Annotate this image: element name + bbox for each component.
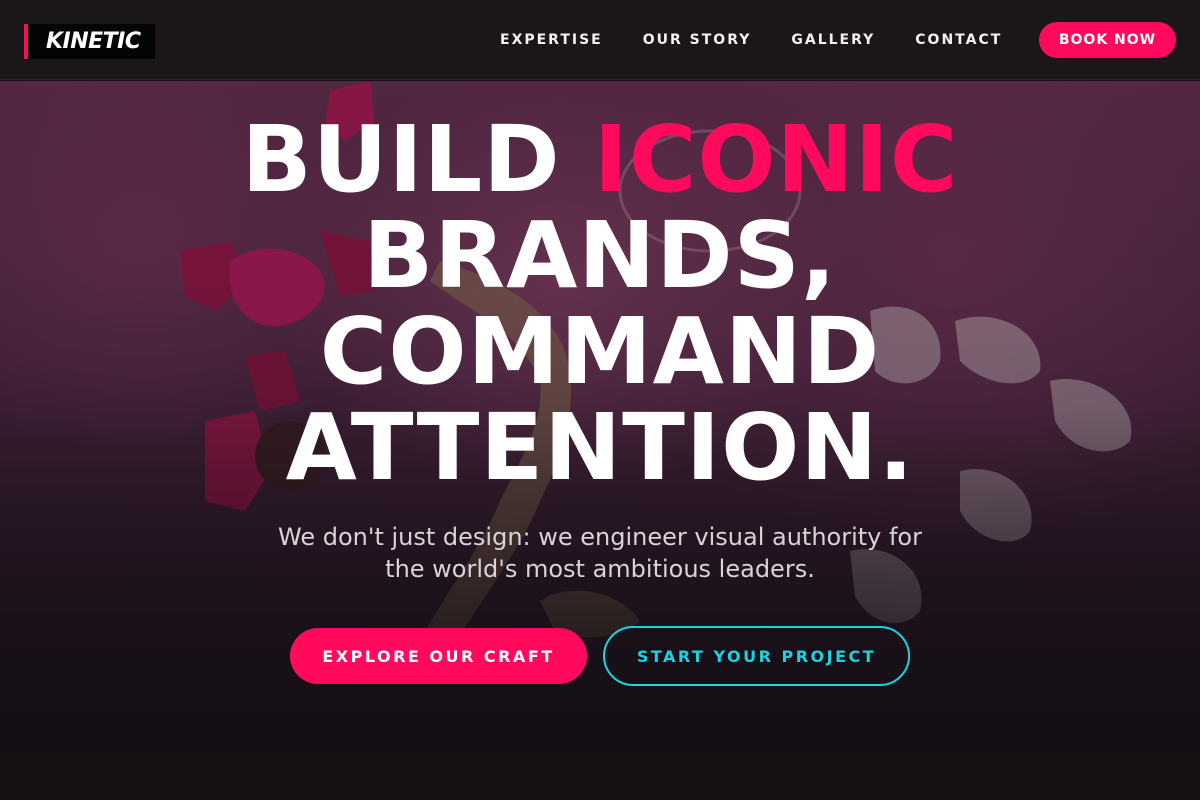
headline-line-1: BUILD ICONIC — [0, 112, 1200, 208]
nav-link-gallery[interactable]: GALLERY — [791, 32, 875, 48]
book-now-button[interactable]: BOOK NOW — [1039, 22, 1176, 58]
site-header: KINETIC EXPERTISE OUR STORY GALLERY CONT… — [0, 0, 1200, 80]
main-nav: EXPERTISE OUR STORY GALLERY CONTACT — [500, 0, 1002, 80]
headline-line-4: ATTENTION. — [285, 394, 915, 501]
logo[interactable]: KINETIC — [24, 24, 155, 59]
headline-line-2: BRANDS, — [363, 202, 837, 309]
logo-box: KINETIC — [28, 24, 155, 59]
logo-text: KINETIC — [46, 29, 141, 54]
nav-link-our-story[interactable]: OUR STORY — [643, 32, 752, 48]
explore-our-craft-button[interactable]: EXPLORE OUR CRAFT — [290, 628, 587, 684]
start-your-project-button[interactable]: START YOUR PROJECT — [603, 626, 910, 686]
headline-accent-word: ICONIC — [593, 106, 959, 213]
hero-section: BUILD ICONIC BRANDS, COMMAND ATTENTION. … — [0, 81, 1200, 800]
hero-subtitle: We don't just design: we engineer visual… — [278, 523, 922, 583]
headline-line-3: COMMAND — [319, 298, 881, 405]
nav-link-expertise[interactable]: EXPERTISE — [500, 32, 603, 48]
nav-link-contact[interactable]: CONTACT — [915, 32, 1002, 48]
hero-headline: BUILD ICONIC BRANDS, COMMAND ATTENTION. — [0, 112, 1200, 496]
headline-word-build: BUILD — [241, 106, 594, 213]
